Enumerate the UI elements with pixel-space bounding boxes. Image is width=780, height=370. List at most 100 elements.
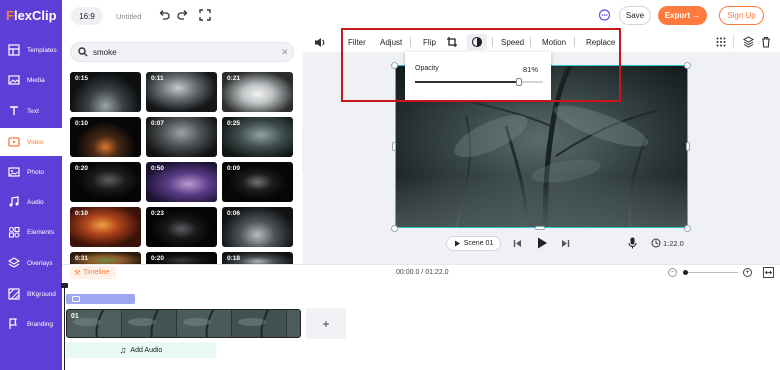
duration-text: 1:22.0 [663, 239, 684, 248]
play-icon[interactable] [537, 237, 548, 251]
video-thumbnail[interactable]: 0:11 [146, 72, 217, 112]
text-icon [7, 104, 21, 118]
export-button[interactable]: Export → [658, 6, 707, 25]
video-thumbnail[interactable]: 0:31 [70, 252, 141, 264]
timeline-label: Timeline [83, 269, 110, 276]
thumbnail-duration: 0:20 [151, 255, 165, 262]
elements-icon [7, 225, 21, 239]
add-audio-label: Add Audio [130, 346, 163, 354]
timeline-toggle[interactable]: ⚒ Timeline [70, 266, 116, 279]
video-thumbnail[interactable]: 0:15 [70, 72, 141, 112]
project-title[interactable]: Untitled [116, 12, 141, 21]
video-thumbnail[interactable]: 0:10 [70, 207, 141, 247]
resize-handle[interactable] [535, 226, 545, 230]
branding-icon [7, 317, 21, 331]
skip-forward-icon[interactable] [561, 239, 570, 250]
clip-filmstrip [67, 310, 300, 337]
chat-icon[interactable] [598, 9, 611, 24]
clear-search-icon[interactable]: ✕ [281, 47, 289, 58]
music-note-icon: ♫ [119, 345, 127, 355]
export-label: Export → [664, 11, 701, 20]
video-thumbnail[interactable]: 0:50 [146, 162, 217, 202]
sidebar-item-media[interactable]: Media [0, 66, 62, 94]
sidebar-item-label: Branding [27, 320, 54, 328]
resize-handle[interactable] [684, 225, 691, 232]
video-clip[interactable]: 01 [66, 309, 301, 338]
sidebar-item-templates[interactable]: Templates [0, 36, 62, 64]
sidebar-item-bkground[interactable]: BKground [0, 280, 62, 308]
sidebar-item-overlays[interactable]: Overlays [0, 249, 62, 277]
audio-icon [7, 195, 21, 209]
search-icon [78, 47, 88, 59]
thumbnail-duration: 0:06 [227, 210, 241, 217]
video-thumbnail[interactable]: 0:21 [222, 72, 293, 112]
thumbnail-duration: 0:11 [151, 75, 164, 82]
thumbnail-duration: 0:10 [75, 210, 89, 217]
add-audio-button[interactable]: ♫ Add Audio [66, 342, 216, 358]
app-logo[interactable]: FlexClip [6, 8, 57, 23]
video-thumbnail[interactable]: 0:25 [222, 117, 293, 157]
add-scene-button[interactable]: + [306, 308, 346, 339]
signup-label: Sign Up [727, 11, 756, 20]
resize-handle[interactable] [684, 62, 691, 69]
video-thumbnail[interactable]: 0:20 [146, 252, 217, 264]
zoom-slider-handle[interactable] [683, 270, 688, 275]
templates-icon [7, 43, 21, 57]
video-thumbnail[interactable]: 0:09 [222, 162, 293, 202]
video-thumbnail[interactable]: 0:06 [222, 207, 293, 247]
video-thumbnail[interactable]: 0:20 [70, 162, 141, 202]
sidebar-item-audio[interactable]: Audio [0, 188, 62, 216]
video-thumbnail[interactable]: 0:10 [70, 117, 141, 157]
layers-icon[interactable] [742, 36, 755, 50]
thumbnail-duration: 0:07 [151, 120, 165, 127]
sidebar-item-video[interactable]: Video [0, 128, 62, 156]
scene-label: Scene 01 [463, 240, 494, 247]
save-button[interactable]: Save [619, 6, 651, 25]
search-box[interactable]: smoke ✕ [70, 42, 294, 62]
resize-handle[interactable] [686, 142, 690, 151]
element-track-icon [72, 296, 80, 302]
sidebar-item-elements[interactable]: Elements [0, 218, 62, 246]
zoom-in-icon[interactable]: + [743, 268, 752, 277]
clip-label: 01 [71, 313, 79, 320]
save-label: Save [625, 11, 645, 20]
grid-menu-icon[interactable] [716, 37, 726, 49]
thumbnail-duration: 0:23 [151, 210, 165, 217]
thumbnail-duration: 0:15 [75, 75, 89, 82]
sidebar-item-photo[interactable]: Photo [0, 158, 62, 186]
video-thumbnail[interactable]: 0:18 [222, 252, 293, 264]
delete-icon[interactable] [761, 36, 771, 50]
timeline-time: 00:00.0 / 01:22.0 [396, 269, 449, 276]
sidebar-item-branding[interactable]: Branding [0, 310, 62, 338]
video-thumbnail[interactable]: 0:07 [146, 117, 217, 157]
skip-back-icon[interactable] [513, 239, 522, 250]
thumbnail-duration: 0:50 [151, 165, 165, 172]
playhead-line[interactable] [64, 284, 65, 370]
element-track[interactable] [66, 294, 135, 304]
fullscreen-icon[interactable] [199, 9, 211, 23]
aspect-ratio-button[interactable]: 16:9 [71, 7, 103, 25]
volume-icon[interactable] [314, 37, 326, 50]
video-icon [7, 135, 21, 149]
playhead-handle[interactable] [61, 283, 68, 288]
resize-handle[interactable] [391, 225, 398, 232]
sidebar-item-label: Text [27, 107, 39, 115]
resize-handle[interactable] [392, 142, 396, 151]
sidebar-item-text[interactable]: Text [0, 97, 62, 125]
redo-icon[interactable] [177, 9, 189, 23]
fit-timeline-icon[interactable] [763, 267, 774, 280]
scene-button[interactable]: Scene 01 [446, 236, 501, 251]
zoom-out-icon[interactable]: − [668, 268, 677, 277]
signup-button[interactable]: Sign Up [719, 6, 764, 25]
search-input[interactable]: smoke [93, 48, 117, 57]
thumbnail-duration: 0:18 [227, 255, 241, 262]
thumbnail-duration: 0:20 [75, 165, 89, 172]
undo-icon[interactable] [158, 9, 170, 23]
background-icon [7, 287, 21, 301]
thumbnail-duration: 0:25 [227, 120, 241, 127]
sidebar-item-label: Video [27, 138, 44, 146]
video-thumbnail[interactable]: 0:23 [146, 207, 217, 247]
zoom-slider[interactable] [686, 272, 738, 273]
microphone-icon[interactable] [628, 237, 637, 251]
sidebar-item-label: Elements [27, 228, 55, 236]
